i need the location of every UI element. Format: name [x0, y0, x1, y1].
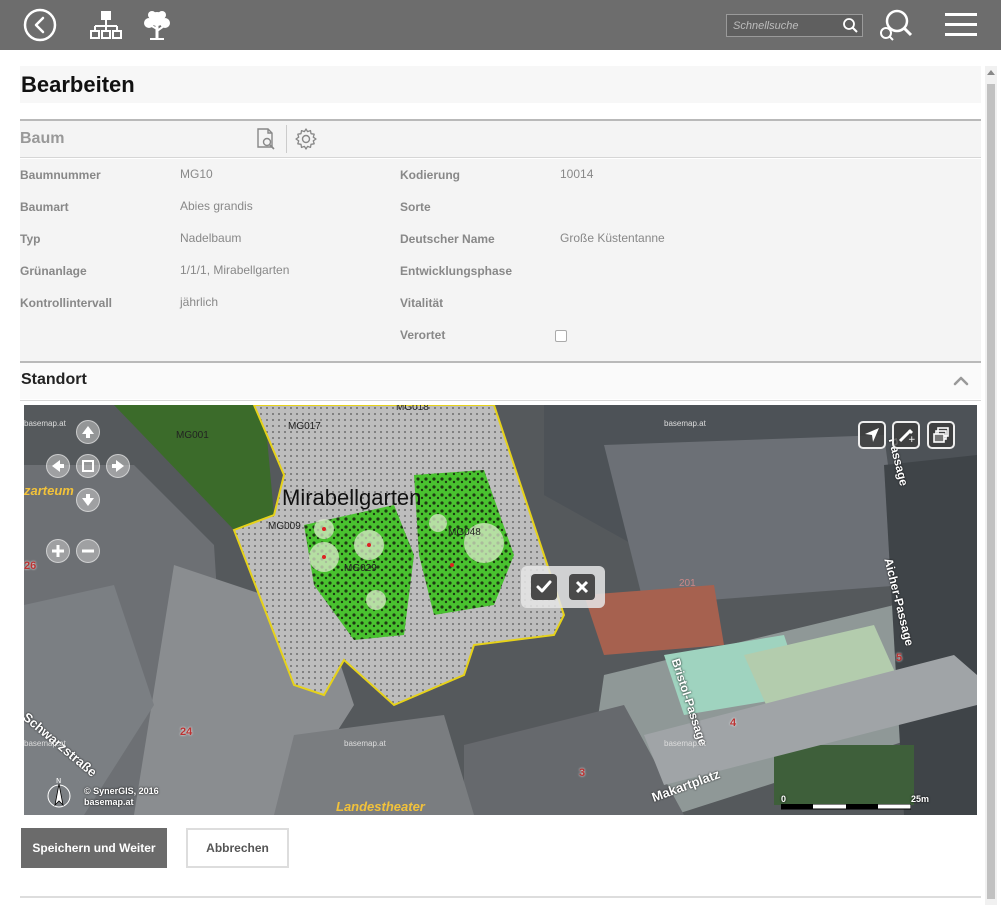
- edit-form: Bearbeiten Baum Baumnummer MG10 Baumart …: [20, 66, 981, 905]
- map-tile-watermark: basemap.at: [664, 419, 706, 428]
- value-baumnummer: MG10: [180, 167, 213, 181]
- scrollbar-thumb[interactable]: [987, 84, 995, 899]
- menu-icon[interactable]: [943, 7, 979, 43]
- value-gruenanlage: 1/1/1, Mirabellgarten: [180, 263, 290, 277]
- back-icon[interactable]: [22, 7, 58, 43]
- map-label-polygon: MG048: [448, 527, 481, 538]
- label-verortet: Verortet: [400, 328, 446, 342]
- locate-icon[interactable]: [858, 421, 886, 449]
- map-label-polygon: MG018: [396, 405, 429, 413]
- label-vitalitaet: Vitalität: [400, 296, 444, 310]
- map-label-polygon: MG009: [268, 521, 301, 532]
- confirm-edit-button[interactable]: [531, 574, 557, 600]
- section-label-standort: Standort: [21, 371, 87, 388]
- section-header-standort[interactable]: Standort: [20, 363, 981, 399]
- map-label-street: Landestheater: [336, 799, 425, 814]
- map-label-polygon: MG017: [288, 421, 321, 432]
- value-kontrollintervall: jährlich: [180, 295, 219, 309]
- map-label-house-number: 26: [24, 560, 37, 572]
- pan-down-button[interactable]: [76, 488, 100, 512]
- quick-search-box[interactable]: [726, 14, 863, 37]
- copyright-line: basemap.at: [84, 797, 134, 807]
- edit-geometry-icon[interactable]: +: [892, 421, 920, 449]
- divider: [20, 400, 981, 401]
- map-label-polygon: MG001: [176, 430, 209, 441]
- map-label-house-number: 201: [679, 578, 696, 589]
- map-label-polygon: MG029: [344, 563, 377, 574]
- svg-text:N: N: [56, 777, 61, 785]
- value-typ: Nadelbaum: [180, 231, 242, 245]
- label-baumnummer: Baumnummer: [20, 168, 101, 182]
- map-label-house-number: 3: [579, 767, 586, 779]
- layers-icon[interactable]: [927, 421, 955, 449]
- scale-start-label: 0: [781, 794, 787, 804]
- map-tile-watermark: basemap.at: [24, 419, 66, 428]
- label-typ: Typ: [20, 232, 41, 246]
- quick-search-input[interactable]: [727, 15, 839, 36]
- chevron-up-icon[interactable]: [951, 371, 971, 391]
- pan-up-button[interactable]: [76, 420, 100, 444]
- cancel-button[interactable]: Abbrechen: [186, 828, 289, 868]
- zoom-in-button[interactable]: [46, 539, 70, 563]
- scale-bar: 0 25m: [781, 794, 929, 810]
- title-bar: Bearbeiten: [20, 66, 981, 103]
- value-deutscher-name: Große Küstentanne: [560, 231, 665, 245]
- section-label-baum: Baum: [20, 130, 65, 147]
- label-deutscher-name: Deutscher Name: [400, 232, 495, 246]
- label-baumart: Baumart: [20, 200, 69, 214]
- map-tile-watermark: basemap.at: [664, 739, 706, 748]
- map-tile-watermark: basemap.at: [344, 739, 386, 748]
- value-kodierung: 10014: [560, 167, 594, 181]
- value-baumart: Abies grandis: [180, 199, 253, 213]
- page-title: Bearbeiten: [21, 72, 135, 97]
- map-label-house-number: 4: [730, 717, 737, 729]
- attribute-panel: Baumnummer MG10 Baumart Abies grandis Ty…: [20, 159, 981, 361]
- cancel-edit-button[interactable]: [569, 574, 595, 600]
- map-label-house-number: 5: [896, 652, 903, 664]
- zoom-extent-button[interactable]: [76, 454, 100, 478]
- top-bar: [0, 0, 1001, 50]
- tree-icon[interactable]: [139, 7, 175, 43]
- map-label-street: zarteum: [24, 483, 74, 498]
- section-header-baum: Baum: [20, 121, 981, 157]
- scroll-up-icon[interactable]: [987, 70, 995, 75]
- map-copyright: © SynerGIS, 2016 basemap.at: [84, 786, 159, 808]
- label-sorte: Sorte: [400, 200, 431, 214]
- copyright-line: © SynerGIS, 2016: [84, 786, 159, 796]
- map-tile-watermark: basemap.at: [24, 739, 66, 748]
- divider: [20, 157, 981, 158]
- map-label-area: Mirabellgarten: [282, 485, 422, 510]
- gear-icon[interactable]: [294, 127, 318, 151]
- edit-confirm-panel: [521, 566, 605, 608]
- label-kodierung: Kodierung: [400, 168, 460, 182]
- icon-separator: [286, 125, 287, 153]
- svg-text:+: +: [908, 435, 915, 444]
- map-canvas[interactable]: [24, 405, 977, 815]
- zoom-out-button[interactable]: [76, 539, 100, 563]
- divider: [20, 896, 981, 898]
- save-and-continue-button[interactable]: Speichern und Weiter: [21, 828, 167, 868]
- label-kontrollintervall: Kontrollintervall: [20, 296, 113, 310]
- scrollbar[interactable]: [985, 66, 997, 905]
- map-view[interactable]: MG001 MG017 MG018 MG009 MG029 MG048 Mira…: [24, 405, 977, 815]
- north-arrow-icon: N: [44, 775, 74, 811]
- verortet-checkbox[interactable]: [555, 330, 567, 342]
- pan-left-button[interactable]: [46, 454, 70, 478]
- zoom-search-icon[interactable]: [877, 7, 913, 43]
- document-search-icon[interactable]: [254, 127, 278, 151]
- pan-right-button[interactable]: [106, 454, 130, 478]
- search-icon[interactable]: [842, 17, 859, 34]
- label-gruenanlage: Grünanlage: [20, 264, 87, 278]
- label-entwicklungsphase: Entwicklungsphase: [400, 264, 513, 278]
- scale-end-label: 25m: [910, 794, 929, 804]
- hierarchy-icon[interactable]: [88, 7, 124, 43]
- map-label-house-number: 24: [180, 726, 193, 738]
